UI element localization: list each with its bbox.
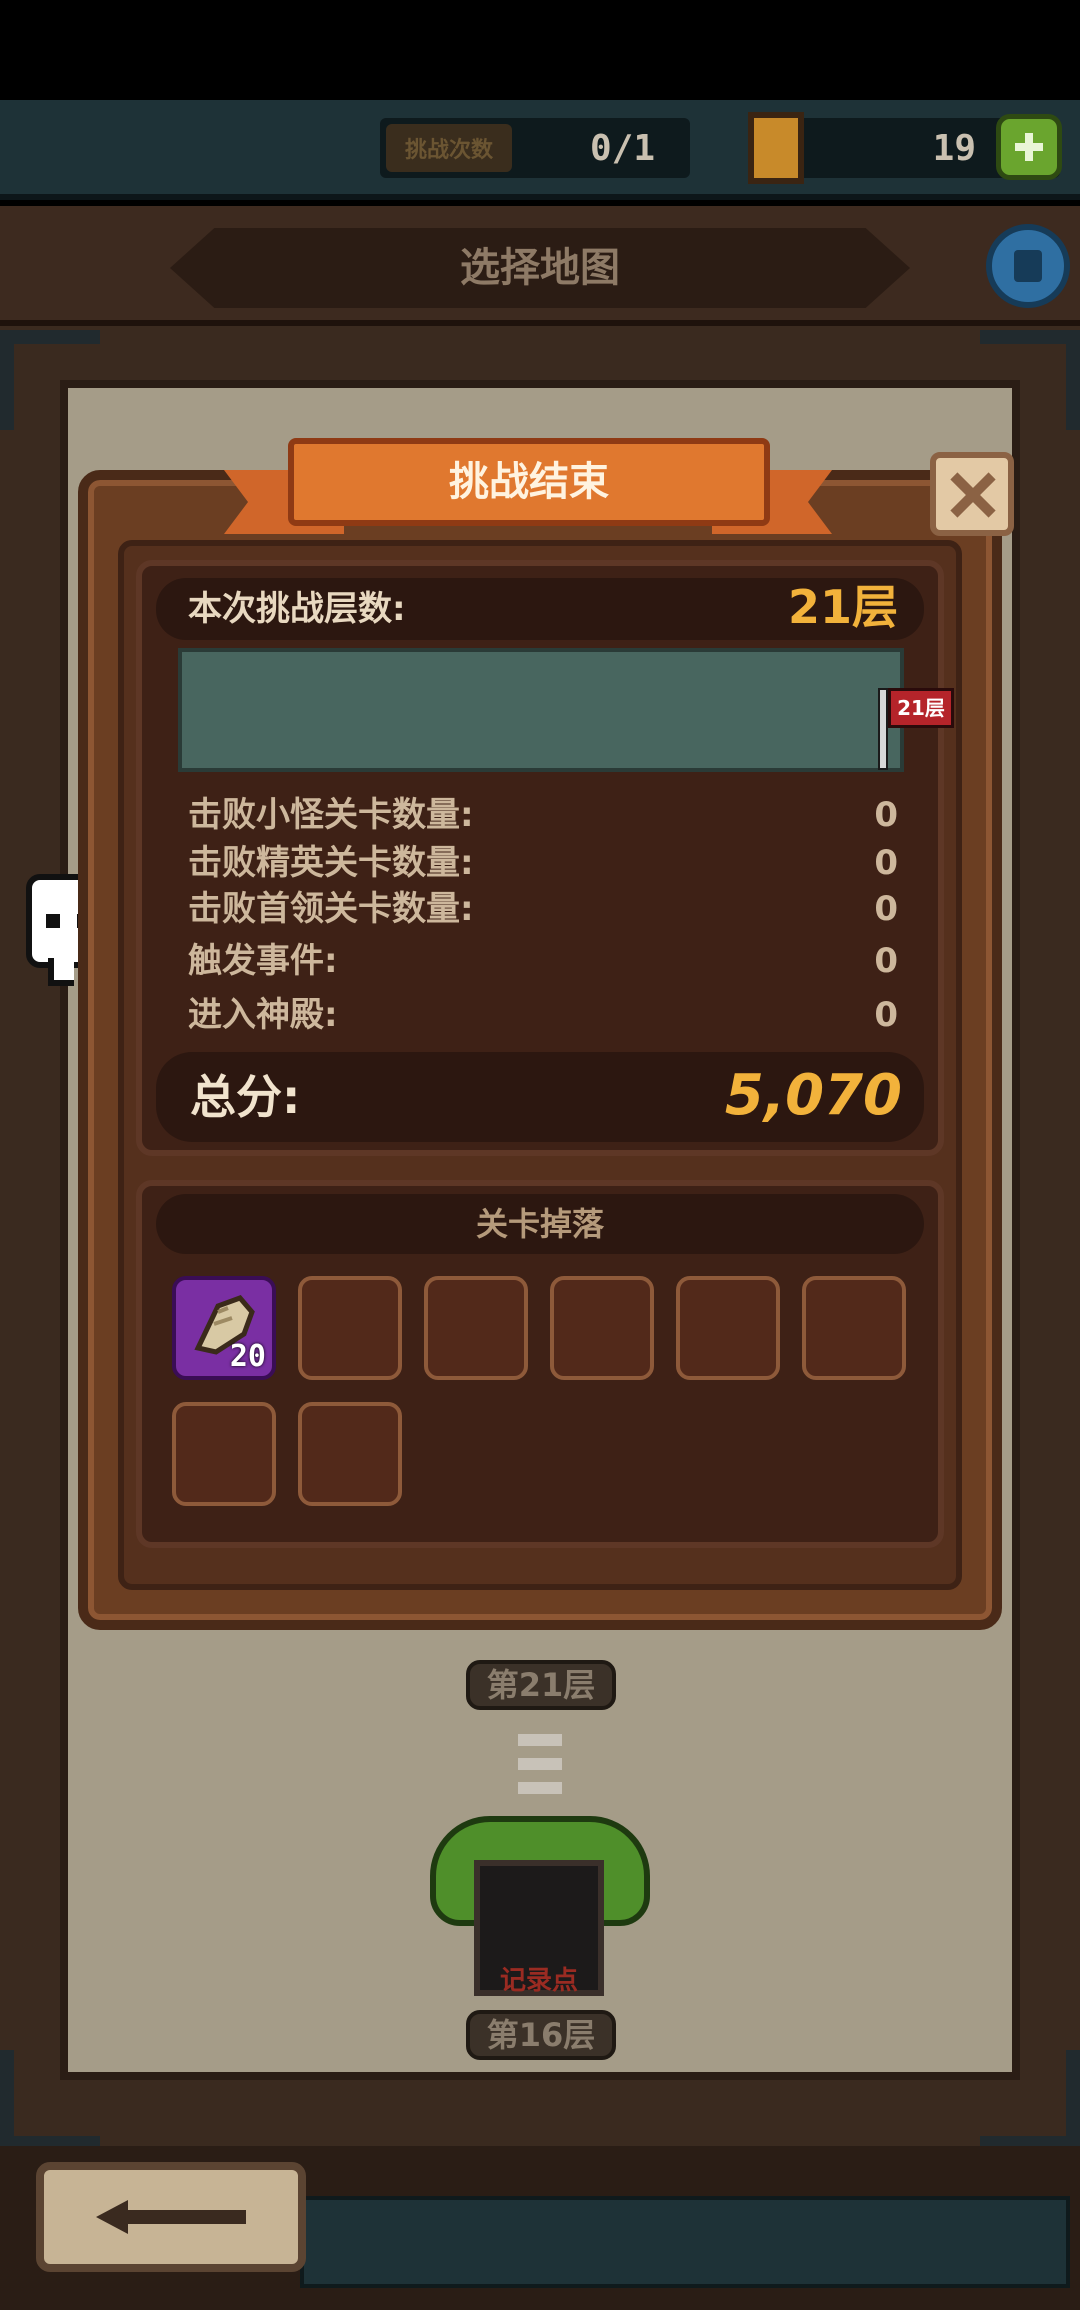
currency-value: 19 <box>932 128 976 169</box>
total-score-label: 总分: <box>190 1070 301 1124</box>
stat-label-minion: 击败小怪关卡数量: <box>188 795 474 835</box>
drop-slot-empty <box>298 1402 402 1506</box>
drop-slot-empty <box>172 1402 276 1506</box>
drop-slot-empty <box>676 1276 780 1380</box>
key-currency-icon <box>748 112 804 184</box>
stat-value-elite: 0 <box>874 843 898 883</box>
drop-slot-empty <box>550 1276 654 1380</box>
stat-value-boss: 0 <box>874 889 898 929</box>
frame-corner <box>980 2050 1080 2150</box>
drop-slot[interactable]: 20 <box>172 1276 276 1380</box>
arrow-left-icon <box>96 2200 246 2234</box>
frame-corner <box>980 330 1080 430</box>
stat-label-elite: 击败精英关卡数量: <box>188 843 474 883</box>
floor-node-21[interactable]: 第21层 <box>466 1660 616 1710</box>
floors-label: 本次挑战层数: <box>188 589 406 629</box>
floors-value: 21层 <box>787 580 898 634</box>
dialog-title: 挑战结束 <box>449 459 609 505</box>
floor-node-16[interactable]: 第16层 <box>466 2010 616 2060</box>
total-score-value: 5,070 <box>724 1063 902 1128</box>
add-currency-button[interactable] <box>996 114 1062 180</box>
floor-flag: 21层 <box>888 688 954 728</box>
save-icon[interactable] <box>986 224 1070 308</box>
floor-progress-bar <box>178 648 904 772</box>
drop-quantity: 20 <box>229 1339 266 1374</box>
chat-bubble-tail <box>48 958 74 986</box>
drop-slot-empty <box>298 1276 402 1380</box>
drop-slot-empty <box>802 1276 906 1380</box>
stat-label-boss: 击败首领关卡数量: <box>188 889 474 929</box>
drop-slot-empty <box>424 1276 528 1380</box>
flag-pole <box>878 688 888 770</box>
path-connector <box>518 1734 562 1746</box>
frame-corner <box>0 330 100 430</box>
challenge-count-label: 挑战次数 <box>386 124 512 172</box>
stat-value-temple: 0 <box>874 995 898 1035</box>
frame-corner <box>0 2050 100 2150</box>
stat-value-events: 0 <box>874 941 898 981</box>
stat-value-minion: 0 <box>874 795 898 835</box>
bottom-strip <box>300 2196 1070 2288</box>
stat-label-events: 触发事件: <box>188 941 338 981</box>
page-title: 选择地图 <box>460 245 620 291</box>
checkpoint-door[interactable]: 记录点 <box>474 1860 604 1996</box>
drops-title: 关卡掉落 <box>475 1205 604 1243</box>
stat-label-temple: 进入神殿: <box>188 995 338 1035</box>
close-icon[interactable] <box>930 452 1014 536</box>
checkpoint-label: 记录点 <box>499 1966 578 1996</box>
challenge-count-value: 0/1 <box>590 128 656 169</box>
